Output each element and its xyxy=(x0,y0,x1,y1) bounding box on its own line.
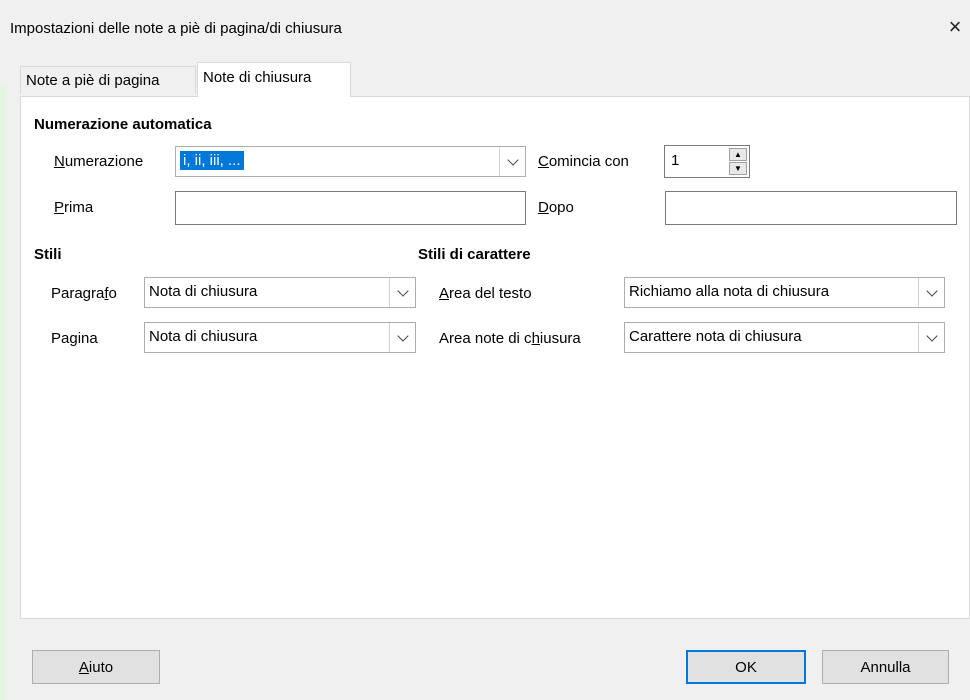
page-label: Pagina xyxy=(51,330,98,347)
numbering-value: i, ii, iii, ... xyxy=(180,151,244,170)
start-with-value: 1 xyxy=(671,152,680,169)
paragraph-label: Paragrafo xyxy=(51,285,117,302)
start-with-label: Comincia con xyxy=(538,153,629,170)
cancel-button[interactable]: Annulla xyxy=(822,650,949,684)
help-button-mnemonic: A xyxy=(78,658,89,676)
section-heading-styles: Stili xyxy=(34,246,62,263)
section-heading-auto-numbering: Numerazione automatica xyxy=(34,116,212,133)
ok-button[interactable]: OK xyxy=(686,650,806,684)
page-style-value: Nota di chiusura xyxy=(149,328,258,345)
text-area-label: Area del testo xyxy=(439,285,532,302)
section-heading-char-styles: Stili di carattere xyxy=(418,246,531,263)
close-icon[interactable]: × xyxy=(944,14,966,39)
text-area-style-value: Richiamo alla nota di chiusura xyxy=(629,283,830,300)
spin-down-icon[interactable]: ▼ xyxy=(729,162,747,175)
paragraph-style-value: Nota di chiusura xyxy=(149,283,258,300)
chevron-down-icon[interactable] xyxy=(918,323,944,352)
chevron-down-icon[interactable] xyxy=(389,278,415,307)
background-window-strip xyxy=(0,85,7,700)
chevron-down-icon[interactable] xyxy=(918,278,944,307)
help-button-label: iuto xyxy=(88,658,114,676)
page-style-select[interactable]: Nota di chiusura xyxy=(144,322,416,353)
tab-footnotes[interactable]: Note a piè di pagina xyxy=(20,66,196,94)
text-area-style-select[interactable]: Richiamo alla nota di chiusura xyxy=(624,277,945,308)
endnote-area-style-select[interactable]: Carattere nota di chiusura xyxy=(624,322,945,353)
before-input[interactable] xyxy=(175,191,526,225)
numbering-select[interactable]: i, ii, iii, ... xyxy=(175,146,526,177)
start-with-spinbox[interactable]: 1 ▲ ▼ xyxy=(664,145,750,178)
numbering-label: Numerazione xyxy=(54,153,144,170)
paragraph-style-select[interactable]: Nota di chiusura xyxy=(144,277,416,308)
endnote-area-label: Area note di chiusura xyxy=(439,330,581,347)
spin-up-icon[interactable]: ▲ xyxy=(729,148,747,161)
dialog-title: Impostazioni delle note a piè di pagina/… xyxy=(10,20,342,37)
help-button[interactable]: Aiuto xyxy=(32,650,160,684)
after-input[interactable] xyxy=(665,191,957,225)
after-label: Dopo xyxy=(538,199,574,216)
chevron-down-icon[interactable] xyxy=(389,323,415,352)
before-label: Prima xyxy=(54,199,94,216)
endnote-area-style-value: Carattere nota di chiusura xyxy=(629,328,802,345)
tab-endnotes[interactable]: Note di chiusura xyxy=(197,62,351,97)
chevron-down-icon[interactable] xyxy=(499,147,525,176)
